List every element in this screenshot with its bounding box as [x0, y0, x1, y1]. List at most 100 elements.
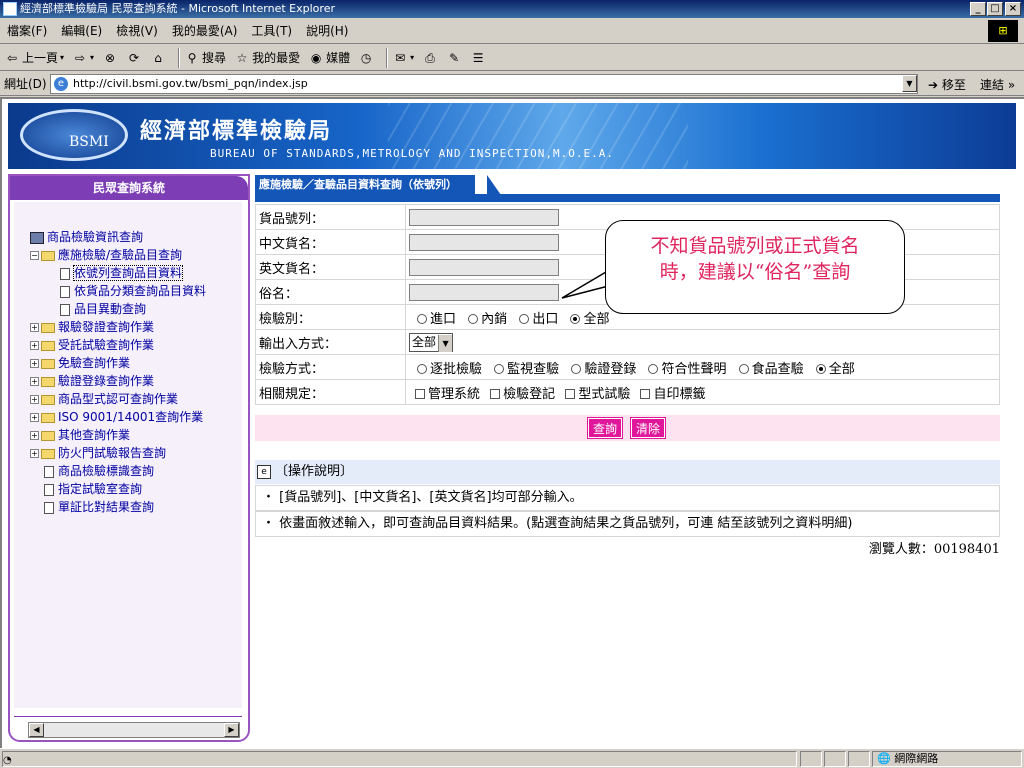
radio-domestic[interactable] [468, 314, 479, 324]
back-arrow-icon: ⇦ [6, 50, 18, 65]
tree-folder[interactable]: + 免驗查詢作業 [30, 354, 206, 372]
clear-button[interactable]: 清除 [631, 418, 666, 438]
tree-root[interactable]: 商品檢驗資訊查詢 [30, 228, 206, 246]
tree-folder[interactable]: + 驗證登錄查詢作業 [30, 372, 206, 390]
radio-batch[interactable] [417, 364, 427, 374]
toolbar: ⇦ 上一頁 ▾ ⇨ ▾ ⊗ ⟳ ⌂ ⚲ 搜尋 ☆ 我的最愛 ◉ 媒體 ◷ ✉ ▾ ⎙ ✎ ☰ [0, 45, 1024, 71]
radio-all-method[interactable] [815, 364, 826, 374]
expand-icon: + [30, 323, 39, 332]
favorites-button[interactable]: ☆ 我的最愛 [234, 49, 300, 66]
links-button[interactable]: 連結 » [980, 76, 1015, 93]
radio-registration[interactable] [571, 364, 582, 374]
radio-export[interactable] [519, 314, 530, 324]
menu-view[interactable]: 檢視(V) [109, 18, 165, 44]
folder-icon [41, 358, 55, 369]
go-button[interactable]: ➔ 移至 [928, 76, 966, 93]
window-title: 經濟部標準檢驗局 民眾查詢系統 - Microsoft Internet Exp… [20, 2, 335, 15]
close-button[interactable]: × [1005, 2, 1021, 16]
tree-folder[interactable]: + 報驗發證查詢作業 [30, 318, 206, 336]
stop-button[interactable]: ⊗ [102, 50, 118, 66]
checkbox-management[interactable] [415, 389, 425, 399]
tree-folder[interactable]: + 受託試驗查詢作業 [30, 336, 206, 354]
io-method-select[interactable]: 全部 ▼ [409, 332, 454, 352]
sidebar-header: 民眾查詢系統 [10, 176, 248, 200]
page-icon: e [54, 77, 68, 91]
folder-icon [41, 394, 55, 405]
window-title-bar: 經濟部標準檢驗局 民眾查詢系統 - Microsoft Internet Exp… [0, 0, 1024, 18]
go-arrow-icon: ➔ [928, 78, 939, 92]
goods-no-input[interactable] [409, 208, 559, 226]
inspection-type-label: 檢驗別： [255, 304, 406, 330]
tree-folder[interactable]: + 防火門試驗報告查詢 [30, 444, 206, 462]
address-dropdown-button[interactable]: ▼ [902, 75, 917, 92]
minimize-button[interactable]: _ [970, 2, 986, 16]
tree-item-by-category[interactable]: 依貨品分類查詢品目資料 [30, 282, 206, 300]
history-button[interactable]: ◷ [358, 50, 374, 66]
form-button-row: 查詢 清除 [255, 415, 1000, 441]
sidebar-footer-divider [14, 716, 242, 717]
tree-doc[interactable]: 單証比對結果查詢 [30, 498, 206, 516]
expand-icon: + [30, 395, 39, 404]
mail-button[interactable]: ✉ ▾ [392, 50, 414, 66]
media-button[interactable]: ◉ 媒體 [308, 49, 350, 66]
inspection-method-options: 逐批檢驗 監視查驗 驗證登錄 符合性聲明 食品查驗 全部 [405, 354, 1000, 380]
menu-help[interactable]: 說明(H) [299, 18, 355, 44]
common-name-input[interactable] [409, 283, 559, 301]
maximize-button[interactable]: □ [987, 2, 1003, 16]
menu-edit[interactable]: 編輯(E) [54, 18, 109, 44]
address-input[interactable]: e http://civil.bsmi.gov.tw/bsmi_pqn/index… [50, 74, 918, 94]
toolbar-separator [386, 47, 389, 68]
checkbox-registration[interactable] [490, 389, 501, 399]
document-icon [60, 267, 70, 280]
scroll-left-icon[interactable]: ◀ [29, 723, 44, 737]
menu-favorites[interactable]: 我的最愛(A) [165, 18, 245, 44]
history-icon: ◷ [360, 50, 372, 65]
tree-doc[interactable]: 指定試驗室查詢 [30, 480, 206, 498]
radio-monitor[interactable] [494, 364, 505, 374]
bsmi-logo[interactable]: BSMI [20, 109, 128, 161]
radio-all-type[interactable] [570, 314, 581, 324]
home-button[interactable]: ⌂ [150, 50, 166, 66]
document-icon [44, 465, 54, 478]
discuss-button[interactable]: ☰ [470, 50, 486, 66]
edit-icon: ✎ [449, 50, 460, 65]
tree-folder[interactable]: + 其他查詢作業 [30, 426, 206, 444]
refresh-icon: ⟳ [129, 50, 140, 65]
cn-name-input[interactable] [409, 233, 559, 251]
print-button[interactable]: ⎙ [422, 50, 438, 66]
checkbox-self-label[interactable] [640, 389, 651, 399]
checkbox-type-test[interactable] [565, 389, 576, 399]
radio-conformity[interactable] [648, 364, 659, 374]
tree-item-changes[interactable]: 品目異動查詢 [30, 300, 206, 318]
toolbar-separator [178, 47, 181, 68]
query-button[interactable]: 查詢 [588, 418, 623, 438]
menu-file[interactable]: 檔案(F) [0, 18, 54, 44]
en-name-label: 英文貨名： [255, 254, 406, 280]
inspection-method-label: 檢驗方式： [255, 354, 406, 380]
refresh-button[interactable]: ⟳ [126, 50, 142, 66]
zone-indicator: 🌐 網際網路 [872, 751, 1022, 767]
help-line: ・ [貨品號列]、[中文貨名]、[英文貨名]均可部分輸入。 [255, 485, 1000, 511]
edit-button[interactable]: ✎ [446, 50, 462, 66]
favorites-icon: ☆ [236, 50, 248, 65]
back-button[interactable]: ⇦ 上一頁 ▾ [4, 49, 64, 66]
sidebar-hscrollbar[interactable]: ◀ ▶ [28, 722, 240, 738]
radio-import[interactable] [417, 314, 427, 324]
site-banner: BSMI 經濟部標準檢驗局 BUREAU OF STANDARDS,METROL… [8, 103, 1016, 169]
scroll-right-icon[interactable]: ▶ [224, 723, 239, 737]
computer-icon [30, 231, 44, 244]
search-button[interactable]: ⚲ 搜尋 [184, 49, 226, 66]
en-name-input[interactable] [409, 258, 559, 276]
tree-folder-open[interactable]: − 應施檢驗/查驗品目查詢 [30, 246, 206, 264]
tree-folder[interactable]: + ISO 9001/14001查詢作業 [30, 408, 206, 426]
page-done-icon: ◔ [3, 755, 12, 766]
tree-folder[interactable]: + 商品型式認可查詢作業 [30, 390, 206, 408]
tree-doc[interactable]: 商品檢驗標識查詢 [30, 462, 206, 480]
tab-underline [255, 194, 1000, 202]
forward-button[interactable]: ⇨ ▾ [72, 50, 94, 66]
expand-icon: + [30, 449, 39, 458]
io-method-cell: 全部 ▼ [405, 329, 1000, 355]
radio-food[interactable] [738, 364, 749, 374]
menu-tools[interactable]: 工具(T) [244, 18, 299, 44]
tree-item-by-number[interactable]: 依號列查詢品目資料 [30, 264, 206, 282]
